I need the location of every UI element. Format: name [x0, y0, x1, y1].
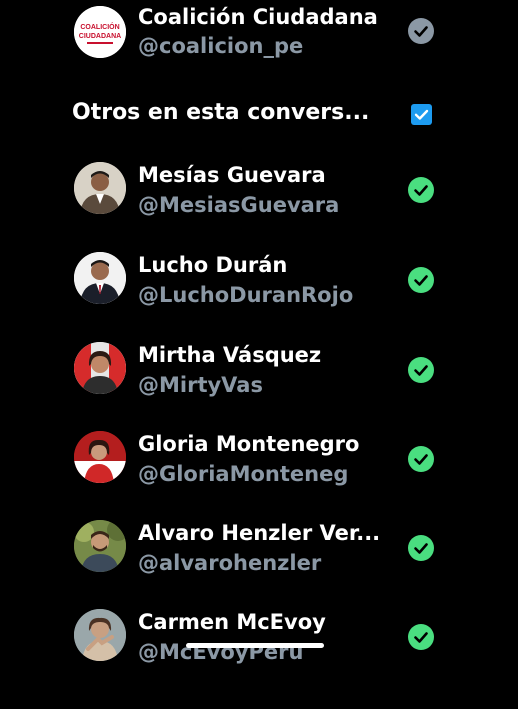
account-row-coalicion[interactable]: COALICIÓN CIUDADANA Coalición Ciudadana … [0, 0, 518, 76]
person-row[interactable]: Mesías Guevara @MesiasGuevara [0, 160, 518, 236]
coalicion-logo-icon: COALICIÓN CIUDADANA [74, 6, 126, 58]
avatar [74, 342, 126, 394]
person-row[interactable]: Mirtha Vásquez @MirtyVas [0, 340, 518, 416]
avatar [74, 162, 126, 214]
avatar [74, 609, 126, 661]
logo-text-line1: COALICIÓN [80, 22, 119, 31]
person-handle: @MesiasGuevara [138, 193, 340, 217]
person-name: Lucho Durán [138, 253, 288, 277]
check-circle-icon[interactable] [408, 535, 434, 561]
avatar [74, 431, 126, 483]
person-name: Mirtha Vásquez [138, 343, 322, 367]
person-row[interactable]: Lucho Durán @LuchoDuranRojo [0, 250, 518, 326]
avatar: COALICIÓN CIUDADANA [74, 6, 126, 58]
person-row[interactable]: Gloria Montenegro @GloriaMonteneg [0, 429, 518, 505]
person-row[interactable]: Alvaro Henzler Ver... @alvarohenzler [0, 518, 518, 594]
logo-text-line2: CIUDADANA [79, 33, 121, 40]
home-indicator[interactable] [186, 643, 324, 648]
avatar [74, 520, 126, 572]
section-title: Otros en esta convers... [72, 100, 370, 125]
person-name: Carmen McEvoy [138, 610, 326, 634]
check-circle-icon[interactable] [408, 267, 434, 293]
conversation-participants-screen: COALICIÓN CIUDADANA Coalición Ciudadana … [0, 0, 518, 709]
person-name: Mesías Guevara [138, 163, 326, 187]
check-circle-icon[interactable] [408, 177, 434, 203]
check-circle-icon[interactable] [408, 624, 434, 650]
check-circle-icon[interactable] [408, 446, 434, 472]
person-name: Alvaro Henzler Ver... [138, 521, 381, 545]
person-handle: @alvarohenzler [138, 551, 322, 575]
account-name: Coalición Ciudadana [138, 5, 378, 29]
person-handle: @GloriaMonteneg [138, 462, 349, 486]
person-name: Gloria Montenegro [138, 432, 360, 456]
person-handle: @LuchoDuranRojo [138, 283, 354, 307]
select-all-checkbox[interactable] [411, 104, 432, 125]
person-handle: @MirtyVas [138, 373, 263, 397]
check-circle-icon[interactable] [408, 357, 434, 383]
avatar [74, 252, 126, 304]
checkmark-icon [414, 109, 429, 120]
account-handle: @coalicion_pe [138, 34, 304, 58]
check-circle-icon[interactable] [408, 18, 434, 44]
